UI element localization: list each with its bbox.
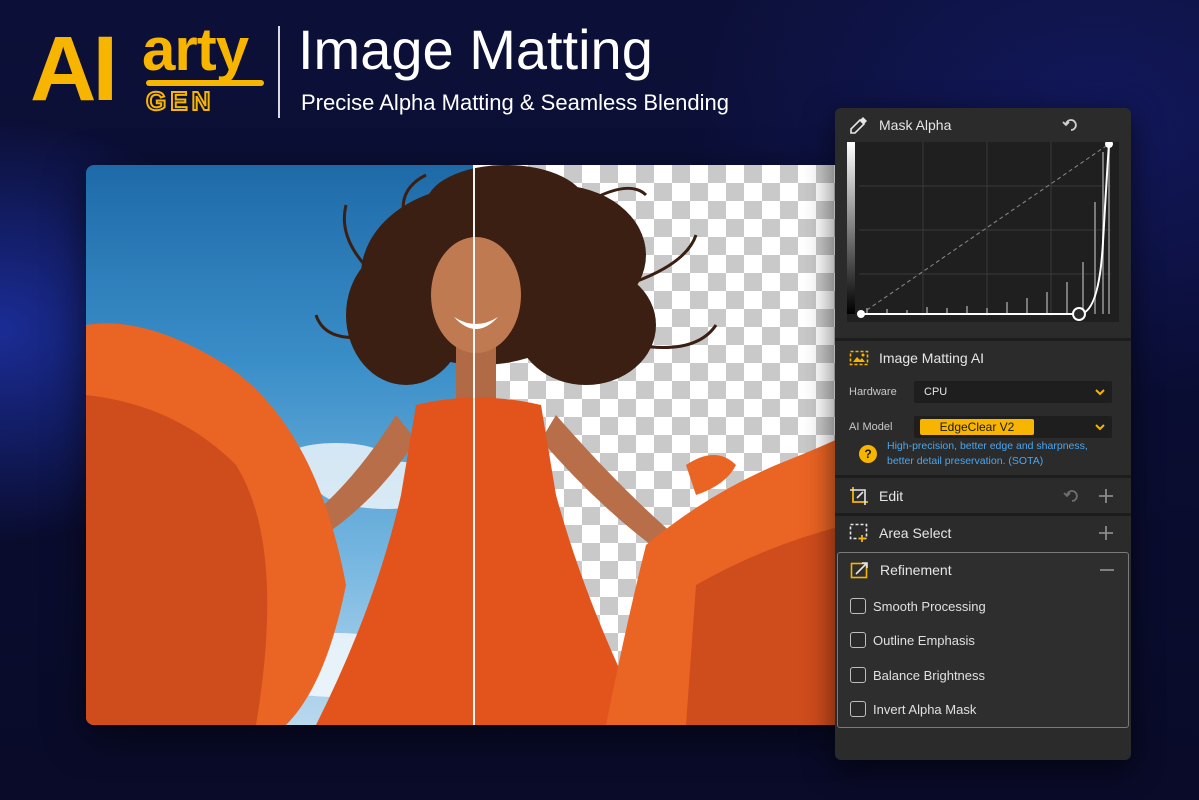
edit-label: Edit — [879, 488, 904, 504]
mask-alpha-header: Mask Alpha — [835, 108, 1131, 142]
checkbox[interactable] — [850, 667, 866, 683]
edit-header[interactable]: Edit — [835, 479, 1131, 513]
header-divider — [278, 26, 280, 118]
ai-model-label: AI Model — [849, 421, 893, 433]
image-matting-ai-header: Image Matting AI — [835, 341, 1131, 375]
logo-ai-text: AI — [30, 18, 118, 120]
eyedropper-icon[interactable] — [849, 115, 869, 135]
add-icon[interactable] — [1097, 524, 1115, 542]
checkbox[interactable] — [850, 632, 866, 648]
settings-panel: Mask Alpha Image Matting AI Hardware CPU… — [835, 108, 1131, 760]
area-select-label: Area Select — [879, 525, 952, 541]
balance-brightness-option[interactable]: Balance Brightness — [850, 665, 985, 685]
refinement-header[interactable]: Refinement — [838, 553, 1128, 587]
logo-gen-text: GEN — [145, 86, 215, 116]
checkbox-label: Balance Brightness — [873, 667, 986, 683]
ai-model-select[interactable]: EdgeClear V2 — [914, 416, 1112, 438]
checkbox[interactable] — [850, 701, 866, 717]
image-preview[interactable] — [86, 165, 846, 725]
hardware-label: Hardware — [849, 386, 897, 398]
model-description: High-precision, better edge and sharpnes… — [887, 440, 1088, 467]
collapse-icon[interactable] — [1098, 561, 1116, 579]
smooth-processing-option[interactable]: Smooth Processing — [850, 596, 986, 616]
image-icon — [849, 350, 869, 366]
refine-icon — [850, 562, 868, 579]
page-subtitle: Precise Alpha Matting & Seamless Blendin… — [301, 90, 730, 115]
ai-model-value: EdgeClear V2 — [920, 419, 1034, 435]
crop-edit-icon — [850, 487, 868, 505]
checkbox-label: Smooth Processing — [873, 598, 986, 614]
hardware-value: CPU — [924, 386, 948, 398]
undo-icon[interactable] — [1062, 116, 1080, 134]
chevron-down-icon — [1095, 389, 1105, 396]
mask-alpha-label: Mask Alpha — [879, 117, 952, 133]
subject-illustration — [86, 165, 846, 725]
area-select-header[interactable]: Area Select — [835, 516, 1131, 550]
marquee-select-icon — [849, 523, 868, 542]
alpha-curve-editor[interactable] — [847, 142, 1119, 322]
image-matting-ai-label: Image Matting AI — [879, 350, 985, 366]
refinement-section: Refinement Smooth Processing Outline Emp… — [837, 552, 1129, 728]
refinement-label: Refinement — [880, 562, 952, 578]
checkbox[interactable] — [850, 598, 866, 614]
comparison-split-line[interactable] — [473, 165, 475, 725]
section-divider — [835, 475, 1131, 478]
checkbox-label: Outline Emphasis — [873, 632, 975, 648]
page-title: Image Matting — [298, 18, 653, 81]
brand-logo: AI arty GEN — [30, 16, 270, 120]
invert-alpha-mask-option[interactable]: Invert Alpha Mask — [850, 699, 976, 719]
logo-arty-text: arty — [142, 16, 249, 83]
mask-alpha-section: Mask Alpha — [835, 108, 1131, 338]
checkbox-label: Invert Alpha Mask — [873, 701, 977, 717]
undo-icon[interactable] — [1063, 487, 1081, 505]
help-icon[interactable]: ? — [859, 445, 877, 463]
image-matting-ai-section: Image Matting AI Hardware CPU AI Model E… — [835, 341, 1131, 475]
hardware-select[interactable]: CPU — [914, 381, 1112, 403]
add-icon[interactable] — [1097, 487, 1115, 505]
outline-emphasis-option[interactable]: Outline Emphasis — [850, 630, 975, 650]
alpha-curve-graph — [857, 142, 1113, 321]
chevron-down-icon — [1095, 424, 1105, 431]
